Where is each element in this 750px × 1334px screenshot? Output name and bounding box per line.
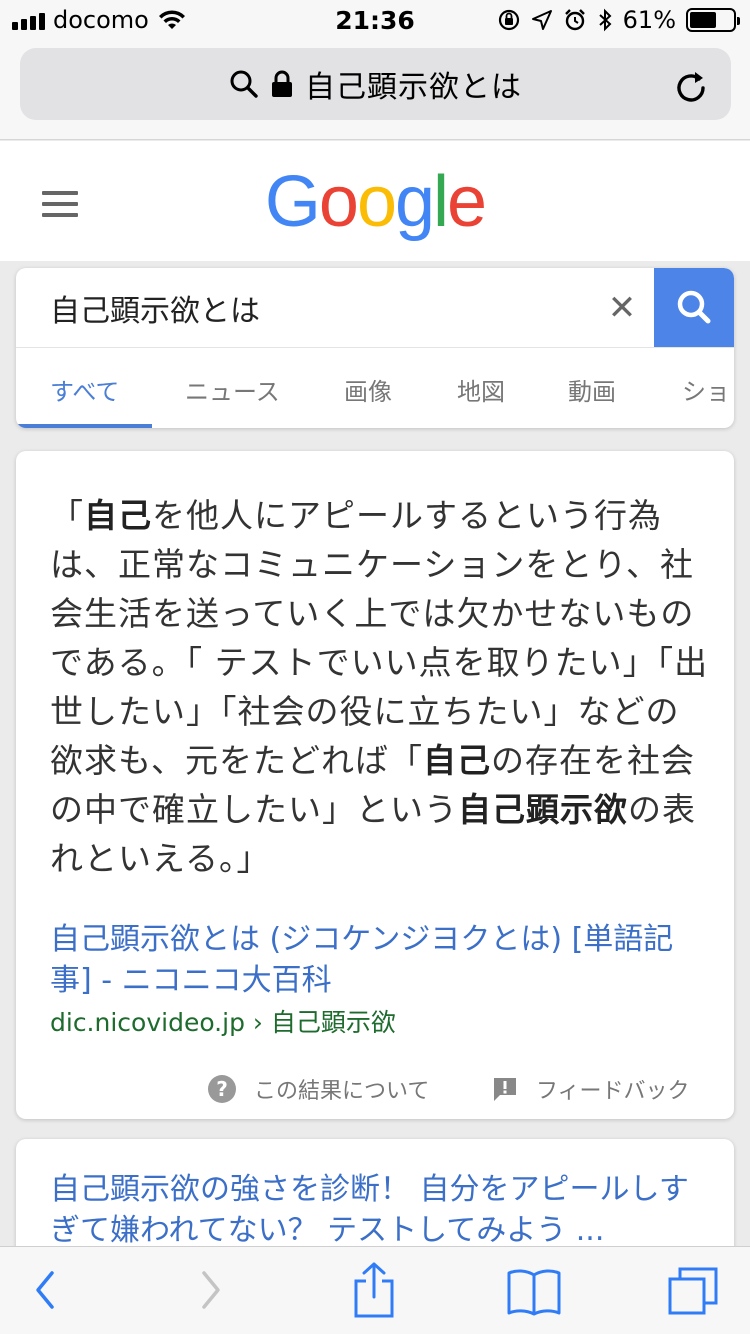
- back-icon[interactable]: [30, 1265, 60, 1315]
- orientation-lock-icon: [498, 9, 519, 31]
- logo-letter: l: [433, 162, 449, 242]
- tab-shopping[interactable]: ショ: [682, 372, 734, 407]
- result-title-link[interactable]: 自己顕示欲とは (ジコケンジヨクとは) [単語記事] - ニコニコ大百科: [50, 919, 710, 1001]
- logo-letter: G: [264, 162, 321, 242]
- web-page: Google ✕ すべて ニュース 画像 地図 動画 ショ 「自己を他人にアピー…: [0, 141, 750, 1279]
- snippet-highlight: 自己: [423, 741, 492, 780]
- snippet-part: を他人にアピールするという行為は、正常なコミュニケーションをとり、社会生活を送っ…: [50, 496, 709, 780]
- snippet-part: 「: [50, 496, 84, 535]
- forward-icon[interactable]: [196, 1265, 226, 1315]
- tab-images[interactable]: 画像: [344, 372, 392, 407]
- tab-maps[interactable]: 地図: [457, 372, 505, 407]
- logo-letter: e: [447, 162, 487, 242]
- feedback-icon: [494, 1078, 516, 1101]
- status-bar: docomo 21:36 61%: [0, 0, 750, 40]
- address-text: 自己顕示欲とは: [305, 70, 522, 105]
- about-result-button[interactable]: ? この結果について: [208, 1073, 429, 1105]
- browser-address-area: 自己顕示欲とは: [0, 40, 750, 140]
- browser-toolbar: [0, 1246, 750, 1334]
- snippet-text: 「自己を他人にアピールするという行為は、正常なコミュニケーションをとり、社会生活…: [50, 491, 710, 883]
- search-button[interactable]: [654, 268, 734, 348]
- tabs-icon[interactable]: [666, 1263, 722, 1319]
- snippet-highlight: 自己: [84, 496, 152, 535]
- feedback-row: ? この結果について フィードバック: [16, 1069, 734, 1109]
- snippet-highlight: 自己顕示欲: [458, 790, 628, 829]
- search-icon: [677, 290, 711, 324]
- lock-icon: [272, 70, 292, 97]
- battery-percent: 61%: [622, 6, 676, 34]
- alarm-icon: [564, 9, 585, 31]
- tab-all[interactable]: すべて: [50, 372, 119, 407]
- reload-icon[interactable]: [672, 68, 712, 108]
- featured-snippet-card: 「自己を他人にアピールするという行為は、正常なコミュニケーションをとり、社会生活…: [16, 451, 734, 1119]
- bookmarks-icon[interactable]: [506, 1267, 562, 1317]
- tab-news[interactable]: ニュース: [185, 372, 280, 407]
- feedback-button[interactable]: フィードバック: [492, 1073, 690, 1105]
- clear-icon[interactable]: ✕: [602, 288, 642, 328]
- battery-icon: [686, 8, 740, 32]
- location-icon: [531, 10, 552, 30]
- google-logo[interactable]: Google: [0, 161, 750, 243]
- search-tabs: すべて ニュース 画像 地図 動画 ショ: [16, 347, 734, 428]
- result-url-domain: dic.nicovideo.jp: [50, 1008, 245, 1037]
- about-result-label: この結果について: [254, 1079, 430, 1104]
- help-icon: ?: [208, 1075, 236, 1103]
- bluetooth-icon: [598, 8, 612, 32]
- logo-letter: o: [318, 162, 359, 242]
- result-title-link[interactable]: 自己顕示欲の強さを診断！ 自分をアピールしすぎて嫌われてない？ テストしてみよう…: [50, 1169, 710, 1251]
- tab-videos[interactable]: 動画: [568, 372, 616, 407]
- address-bar[interactable]: 自己顕示欲とは: [20, 48, 731, 120]
- result-url[interactable]: dic.nicovideo.jp › 自己顕示欲: [50, 1003, 396, 1039]
- feedback-label: フィードバック: [536, 1079, 690, 1104]
- search-icon: [230, 70, 258, 98]
- google-header: Google: [0, 141, 750, 261]
- active-tab-indicator: [16, 424, 152, 428]
- search-card: ✕ すべて ニュース 画像 地図 動画 ショ: [16, 268, 734, 428]
- logo-letter: g: [395, 162, 435, 242]
- share-icon[interactable]: [352, 1261, 396, 1319]
- logo-letter: o: [356, 162, 397, 242]
- search-input[interactable]: [16, 268, 654, 347]
- result-url-path: › 自己顕示欲: [244, 1008, 396, 1037]
